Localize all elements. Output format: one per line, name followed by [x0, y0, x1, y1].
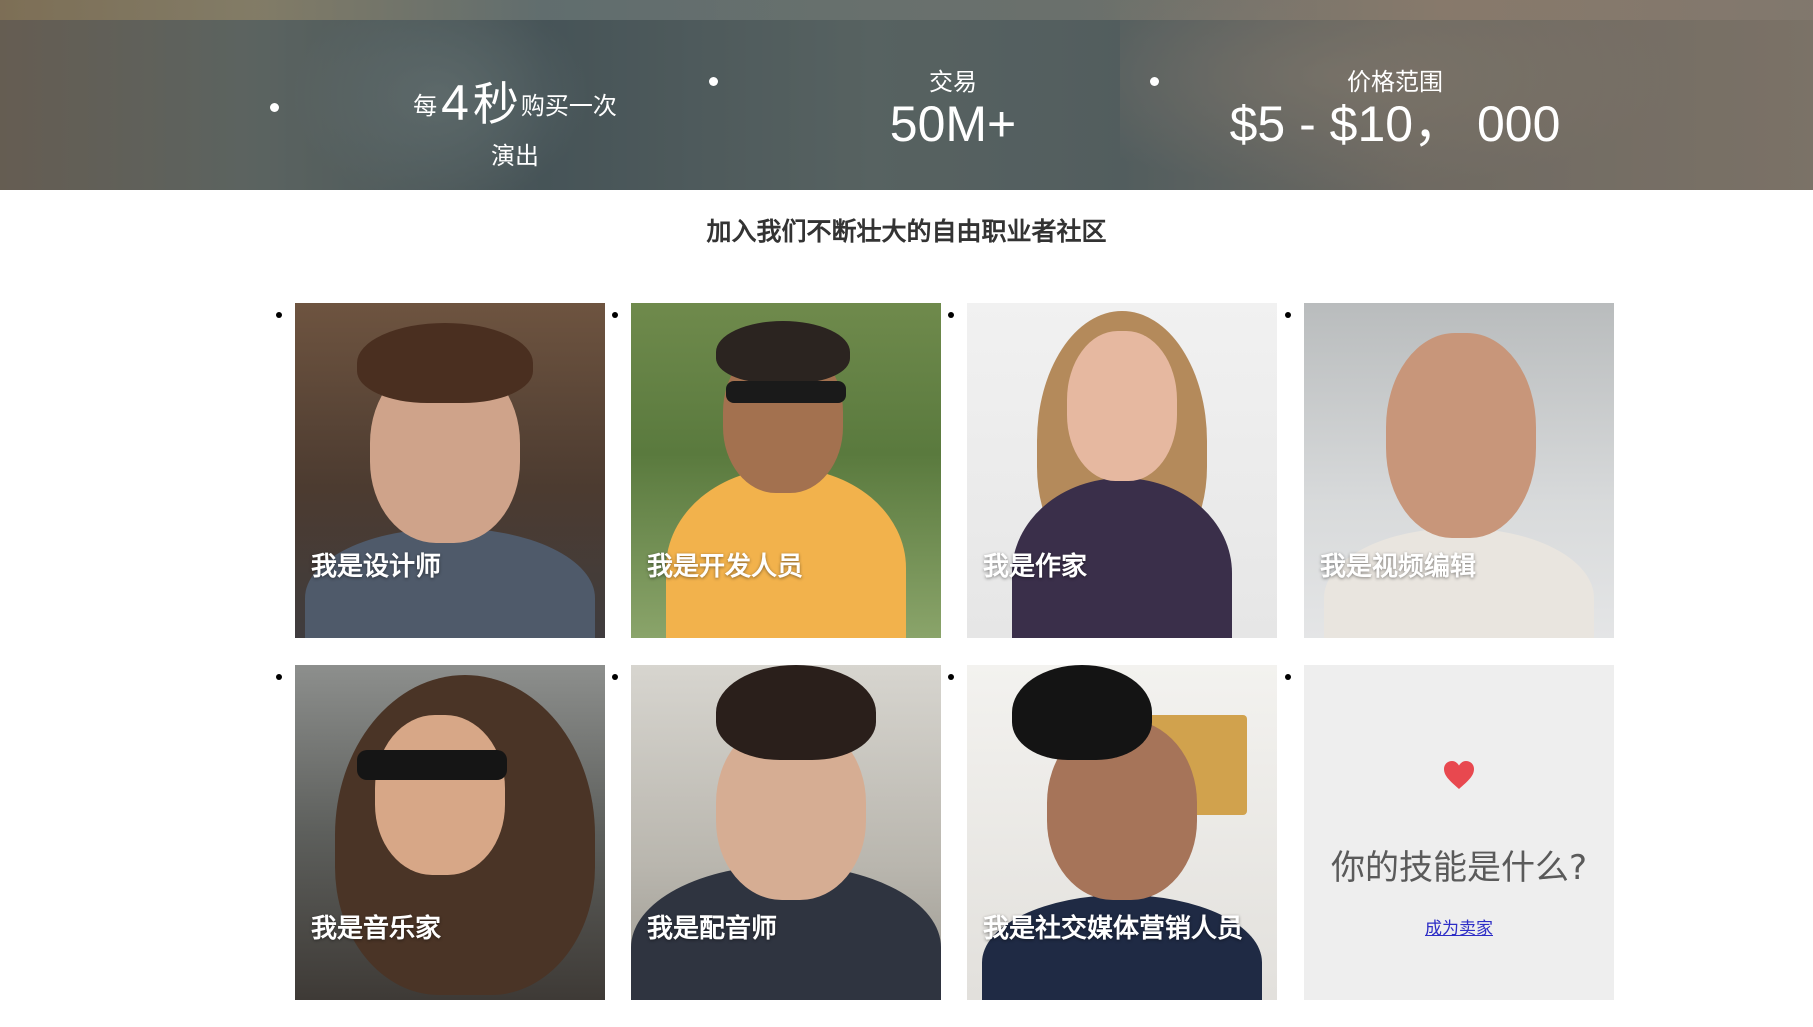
card-label: 我是配音师 — [647, 914, 778, 944]
portrait-photo — [375, 715, 505, 875]
list-bullet — [1285, 674, 1291, 680]
freelancer-card-video-editor[interactable]: 我是视频编辑 — [1304, 303, 1614, 638]
card-label: 我是作家 — [983, 552, 1088, 582]
stat-transactions: 交易 50M+ — [853, 68, 1053, 152]
freelancer-card-musician[interactable]: 我是音乐家 — [295, 665, 605, 1000]
sunglasses-icon — [726, 381, 846, 403]
list-bullet — [612, 312, 618, 318]
become-seller-link[interactable]: 成为卖家 — [1304, 914, 1614, 939]
stat-gig-number: 4 — [441, 75, 469, 131]
list-bullet — [1285, 312, 1291, 318]
freelancer-card-voice-actor[interactable]: 我是配音师 — [631, 665, 941, 1000]
freelancer-card-developer[interactable]: 我是开发人员 — [631, 303, 941, 638]
stat-price-range: 价格范围 $5 - $10， 000 — [1180, 68, 1610, 152]
portrait-photo — [1067, 331, 1177, 481]
freelancer-card-writer[interactable]: 我是作家 — [967, 303, 1277, 638]
list-bullet — [276, 312, 282, 318]
stat-gig-frequency: 每4秒购买一次 演出 — [413, 75, 617, 170]
stat-transactions-value: 50M+ — [889, 96, 1017, 152]
list-bullet — [270, 103, 279, 112]
card-label: 我是开发人员 — [647, 552, 804, 582]
section-title: 加入我们不断壮大的自由职业者社区 — [706, 217, 1107, 246]
card-label: 我是社交媒体营销人员 — [983, 914, 1244, 944]
list-bullet — [948, 312, 954, 318]
list-bullet — [709, 77, 718, 86]
list-bullet — [276, 674, 282, 680]
stats-banner: 每4秒购买一次 演出 交易 50M+ 价格范围 $5 - $10， 000 — [0, 0, 1813, 190]
card-label: 我是视频编辑 — [1320, 552, 1477, 582]
sunglasses-icon — [357, 750, 507, 780]
freelancer-card-designer[interactable]: 我是设计师 — [295, 303, 605, 638]
card-label: 我是音乐家 — [311, 914, 442, 944]
list-bullet — [948, 674, 954, 680]
skill-question: 你的技能是什么? — [1330, 848, 1588, 888]
portrait-photo — [1386, 333, 1536, 538]
heart-icon — [1444, 761, 1474, 789]
stat-price-range-value: $5 - $10， 000 — [1229, 96, 1561, 152]
freelancer-card-social-media-marketer[interactable]: 我是社交媒体营销人员 — [967, 665, 1277, 1000]
list-bullet — [1150, 77, 1159, 86]
card-label: 我是设计师 — [311, 552, 442, 582]
list-bullet — [612, 674, 618, 680]
become-seller-card: 你的技能是什么? 成为卖家 — [1304, 665, 1614, 1000]
